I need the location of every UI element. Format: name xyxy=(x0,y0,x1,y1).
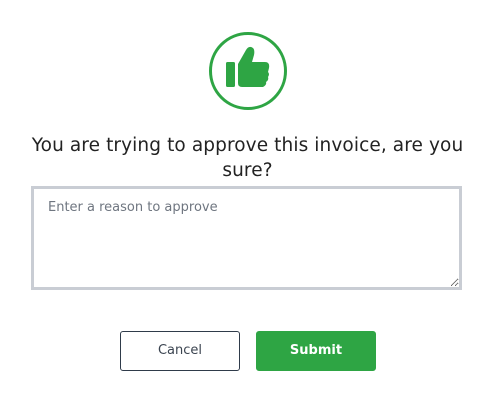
approve-invoice-dialog: You are trying to approve this invoice, … xyxy=(0,0,493,401)
reason-input[interactable] xyxy=(31,186,462,290)
thumbs-up-icon xyxy=(208,31,288,111)
cancel-button[interactable]: Cancel xyxy=(120,331,240,371)
dialog-title: You are trying to approve this invoice, … xyxy=(31,135,464,181)
submit-button[interactable]: Submit xyxy=(256,331,376,371)
